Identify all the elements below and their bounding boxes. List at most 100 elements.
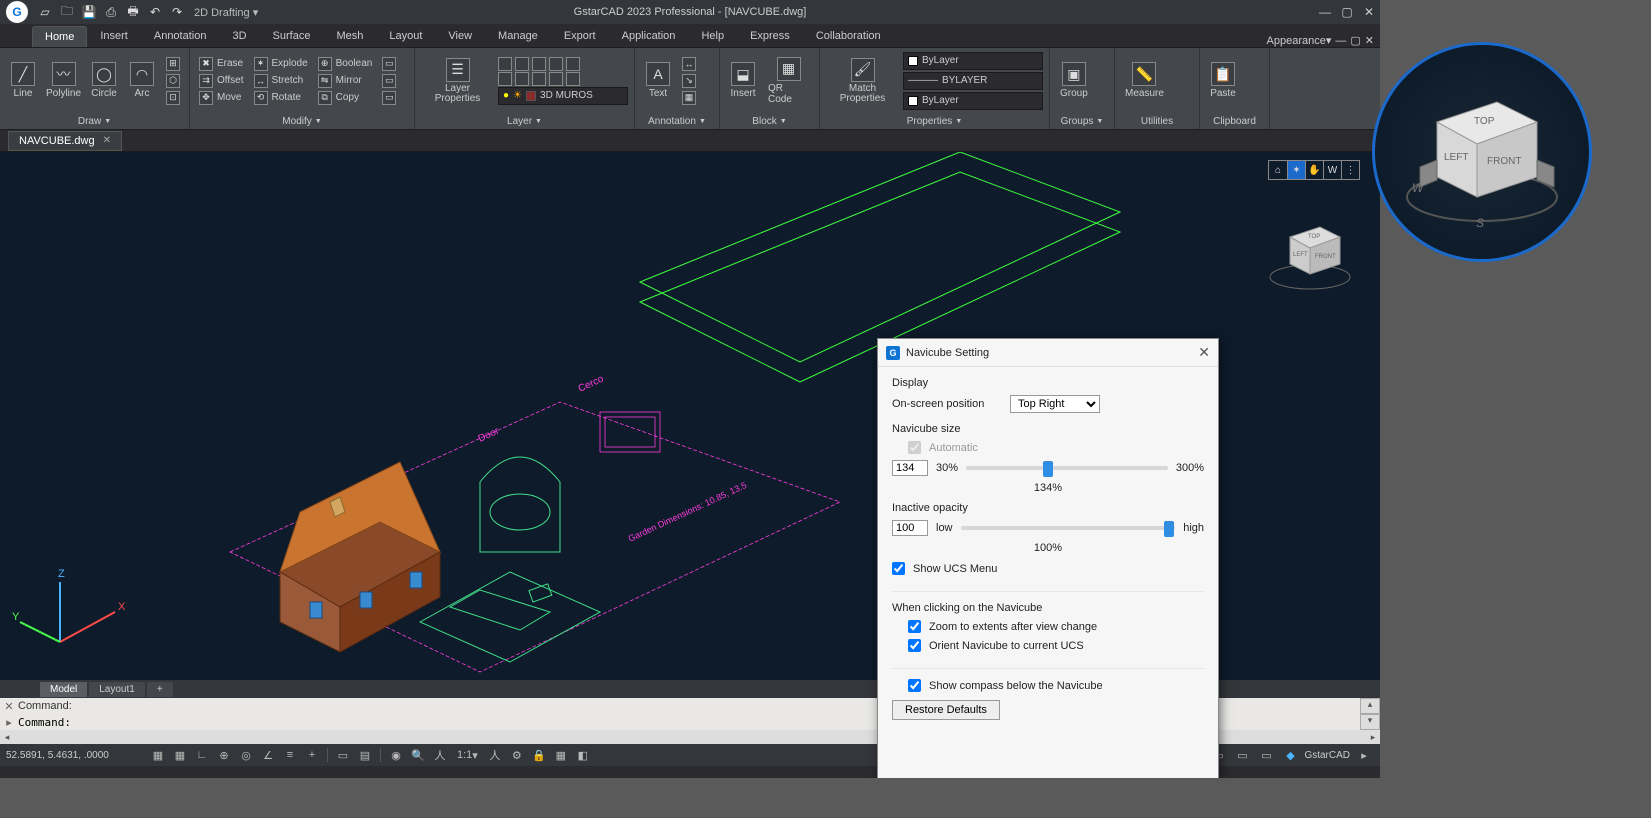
erase-button[interactable]: ✖Erase	[196, 56, 247, 72]
status-r3[interactable]: ▭	[1256, 746, 1276, 764]
annoscale-toggle[interactable]: 人	[485, 746, 505, 764]
layout-tab-add[interactable]: +	[147, 682, 173, 697]
modify-ext1[interactable]: ▭	[379, 56, 399, 72]
child-max-button[interactable]: ▢	[1350, 34, 1360, 47]
text-button[interactable]: AText	[641, 60, 675, 101]
tab-view[interactable]: View	[435, 25, 485, 47]
circle-button[interactable]: ◯Circle	[87, 60, 121, 101]
ws-switch[interactable]: ⚙	[507, 746, 527, 764]
mirror-button[interactable]: ⇋Mirror	[315, 73, 376, 89]
cmd-close-icon[interactable]: ✕	[0, 700, 18, 713]
tab-layout[interactable]: Layout	[376, 25, 435, 47]
undo-icon[interactable]: ↶	[146, 3, 164, 21]
ann-toggle[interactable]: 人	[430, 746, 450, 764]
arc-button[interactable]: ◠Arc	[125, 60, 159, 101]
boolean-button[interactable]: ⊕Boolean	[315, 56, 376, 72]
maximize-button[interactable]: ▢	[1336, 5, 1358, 19]
modify-ext2[interactable]: ▭	[379, 73, 399, 89]
dyn-toggle[interactable]: +	[302, 746, 322, 764]
group-button[interactable]: ▣Group	[1056, 60, 1092, 101]
hscroll-right[interactable]: ▸	[1366, 732, 1380, 743]
tab-export[interactable]: Export	[551, 25, 609, 47]
child-close-button[interactable]: ✕	[1365, 34, 1374, 47]
tab-3d[interactable]: 3D	[219, 25, 259, 47]
magnifier-toggle[interactable]: 🔍	[408, 746, 428, 764]
polyline-button[interactable]: 〰Polyline	[44, 60, 83, 101]
saveas-icon[interactable]: ⎙	[102, 3, 120, 21]
automatic-checkbox[interactable]	[908, 441, 921, 454]
tab-annotation[interactable]: Annotation	[141, 25, 220, 47]
osnap-toggle[interactable]: ◎	[236, 746, 256, 764]
tab-surface[interactable]: Surface	[260, 25, 324, 47]
document-tab[interactable]: NAVCUBE.dwg✕	[8, 131, 122, 151]
ortho-toggle[interactable]: ∟	[192, 746, 212, 764]
otrack-toggle[interactable]: ∠	[258, 746, 278, 764]
offset-button[interactable]: ⇉Offset	[196, 73, 247, 89]
cmd-scroll-down[interactable]: ▾	[1360, 714, 1380, 730]
dim-button[interactable]: ↔	[679, 56, 699, 72]
tab-mesh[interactable]: Mesh	[323, 25, 376, 47]
new-icon[interactable]: ▱	[36, 3, 54, 21]
modify-ext3[interactable]: ▭	[379, 90, 399, 106]
compass-checkbox[interactable]	[908, 679, 921, 692]
show-ucs-checkbox[interactable]	[892, 562, 905, 575]
tab-application[interactable]: Application	[609, 25, 689, 47]
opacity-slider[interactable]	[961, 526, 1176, 530]
orbit-icon[interactable]: ✶	[1287, 161, 1305, 179]
lock-toggle[interactable]: 🔒	[529, 746, 549, 764]
appearance-menu[interactable]: Appearance▾	[1267, 34, 1332, 47]
table-button[interactable]: ▦	[679, 90, 699, 106]
layout-tab-layout1[interactable]: Layout1	[89, 682, 145, 697]
scale-combo[interactable]: 1:1 ▾	[452, 746, 483, 764]
model-toggle[interactable]: ▭	[333, 746, 353, 764]
size-slider[interactable]	[966, 466, 1168, 470]
layout-tab-model[interactable]: Model	[40, 682, 87, 697]
tab-manage[interactable]: Manage	[485, 25, 551, 47]
measure-button[interactable]: 📏Measure	[1121, 60, 1168, 101]
linetype-combo[interactable]: ByLayer	[903, 92, 1043, 110]
explode-button[interactable]: ✶Explode	[251, 56, 311, 72]
copy-button[interactable]: ⧉Copy	[315, 90, 376, 106]
dialog-close-button[interactable]: ✕	[1198, 344, 1210, 361]
brand-icon[interactable]: ◆	[1280, 746, 1300, 764]
app-menu-button[interactable]: G	[6, 1, 28, 23]
child-min-button[interactable]: ―	[1335, 35, 1346, 47]
snap-toggle[interactable]: ▦	[148, 746, 168, 764]
save-icon[interactable]: 💾	[80, 3, 98, 21]
cmd-scroll-up[interactable]: ▴	[1360, 698, 1380, 714]
close-doc-icon[interactable]: ✕	[103, 135, 111, 146]
draw-extra-3[interactable]: ⊡	[163, 90, 183, 106]
leader-button[interactable]: ↘	[679, 73, 699, 89]
hscroll-left[interactable]: ◂	[0, 732, 14, 743]
orient-checkbox[interactable]	[908, 639, 921, 652]
layer-properties-button[interactable]: ☰Layer Properties	[421, 56, 494, 106]
qp-toggle[interactable]: ▤	[355, 746, 375, 764]
tab-help[interactable]: Help	[688, 25, 737, 47]
drawing-area[interactable]: Door Cerco Garden Dimensions: 10.85, 13.…	[0, 152, 1380, 680]
match-properties-button[interactable]: 🖌Match Properties	[826, 56, 899, 106]
layer-combo[interactable]: ●☀3D MUROS	[498, 87, 628, 105]
workspace-selector[interactable]: 2D Drafting ▾	[194, 6, 258, 19]
close-button[interactable]: ✕	[1358, 5, 1380, 19]
paste-button[interactable]: 📋Paste	[1206, 60, 1240, 101]
position-select[interactable]: Top Right	[1010, 395, 1100, 413]
opacity-input[interactable]	[892, 520, 928, 536]
redo-icon[interactable]: ↷	[168, 3, 186, 21]
insert-block-button[interactable]: ⬓Insert	[726, 60, 760, 101]
tab-insert[interactable]: Insert	[87, 25, 141, 47]
size-input[interactable]	[892, 460, 928, 476]
settings-view-icon[interactable]: ⋮	[1341, 161, 1359, 179]
home-view-icon[interactable]: ⌂	[1269, 161, 1287, 179]
rotate-button[interactable]: ⟲Rotate	[251, 90, 311, 106]
w-view-icon[interactable]: W	[1323, 161, 1341, 179]
minimize-button[interactable]: ―	[1314, 5, 1336, 19]
open-icon[interactable]: 🗀	[58, 3, 76, 21]
navcube-widget[interactable]: TOP LEFT FRONT	[1260, 202, 1360, 302]
qrcode-button[interactable]: ▦QR Code	[764, 55, 813, 107]
sc-toggle[interactable]: ◉	[386, 746, 406, 764]
move-button[interactable]: ✥Move	[196, 90, 247, 106]
stretch-button[interactable]: ↔Stretch	[251, 73, 311, 89]
line-button[interactable]: ╱Line	[6, 60, 40, 101]
status-r2[interactable]: ▭	[1232, 746, 1252, 764]
hw-toggle[interactable]: ▦	[551, 746, 571, 764]
